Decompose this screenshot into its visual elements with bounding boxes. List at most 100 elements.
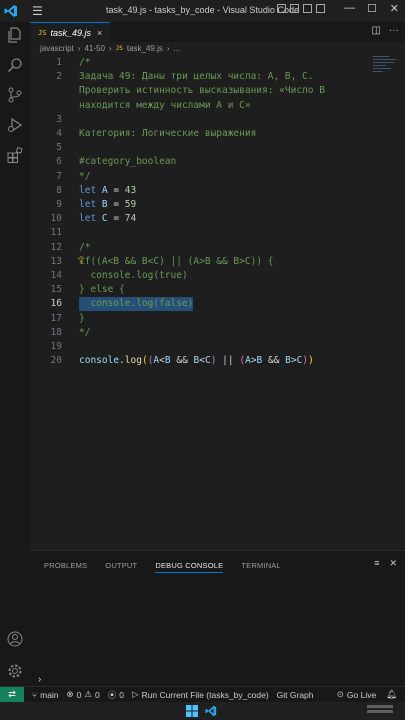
system-clock[interactable] bbox=[367, 705, 393, 713]
code-text: /* bbox=[79, 56, 90, 70]
code-line[interactable]: 10 let C = 74 bbox=[30, 212, 370, 226]
code-line[interactable]: 19 bbox=[30, 340, 370, 354]
search-icon[interactable] bbox=[6, 56, 24, 74]
go-live-icon: ⊙ bbox=[336, 689, 344, 699]
console-prompt[interactable]: › bbox=[38, 674, 41, 685]
code-text: Проверить истинность высказывания: «Числ… bbox=[79, 84, 325, 98]
go-live-status[interactable]: ⊙ Go Live bbox=[337, 689, 376, 700]
code-text: let A = 43 bbox=[79, 184, 136, 198]
vscode-taskbar-icon[interactable] bbox=[205, 705, 217, 717]
clear-console-icon[interactable]: ≡ bbox=[374, 558, 379, 569]
problems-status[interactable]: ⊗ 0 ⚠ 0 bbox=[67, 689, 100, 700]
line-number: 18 bbox=[50, 326, 62, 338]
code-line[interactable]: 18 */ bbox=[30, 326, 370, 340]
git-graph-status[interactable]: Git Graph bbox=[277, 690, 314, 700]
code-token: Проверить истинность высказывания: «Числ… bbox=[79, 85, 325, 97]
code-token: /* bbox=[79, 241, 91, 253]
line-number: 8 bbox=[56, 184, 62, 196]
branch-label: main bbox=[40, 689, 59, 700]
bottom-panel: PROBLEMS OUTPUT DEBUG CONSOLE TERMINAL ≡… bbox=[30, 550, 405, 686]
ports-status[interactable]: ⦿ 0 bbox=[108, 689, 124, 701]
git-graph-label: Git Graph bbox=[276, 689, 314, 700]
code-line[interactable]: 17} bbox=[30, 312, 370, 326]
line-number: 10 bbox=[50, 213, 62, 225]
windows-start-icon[interactable] bbox=[186, 705, 198, 717]
tab-label: task_49.js bbox=[50, 27, 91, 38]
close-window-button[interactable]: ✕ bbox=[390, 2, 399, 15]
tab-task-49[interactable]: JS task_49.js × bbox=[30, 22, 110, 42]
line-number: 12 bbox=[50, 241, 62, 253]
code-line[interactable]: 7 */ bbox=[30, 170, 370, 184]
maximize-button[interactable]: ☐ bbox=[367, 2, 377, 15]
code-token: console.log(true) bbox=[79, 270, 188, 281]
code-line[interactable]: 16 console.log(false) bbox=[30, 297, 370, 312]
code-token: && bbox=[262, 355, 286, 367]
code-line[interactable]: 5 bbox=[30, 141, 370, 155]
notifications-bell-icon[interactable]: 🔔︎ bbox=[386, 689, 397, 700]
tab-terminal[interactable]: TERMINAL bbox=[241, 561, 281, 573]
account-icon[interactable] bbox=[6, 630, 24, 648]
code-token: = bbox=[107, 213, 125, 225]
broadcast-icon: ⦿ bbox=[107, 689, 117, 700]
js-file-icon: JS bbox=[115, 45, 123, 52]
code-line[interactable]: находится между числами A и C» bbox=[30, 99, 370, 113]
tab-debug-console[interactable]: DEBUG CONSOLE bbox=[155, 561, 224, 573]
close-tab-icon[interactable]: × bbox=[97, 28, 102, 38]
breadcrumb-file[interactable]: task_49.js bbox=[127, 44, 163, 53]
run-file-status[interactable]: ▷ Run Current File (tasks_by_code) bbox=[132, 689, 269, 700]
code-token: ) bbox=[308, 355, 314, 367]
code-line[interactable]: 15 } else { bbox=[30, 283, 370, 297]
code-text: } else { bbox=[79, 283, 125, 297]
layout-right-icon[interactable] bbox=[303, 4, 312, 13]
code-line[interactable]: 11 bbox=[30, 226, 370, 240]
code-line[interactable]: 2 Задача 49: Даны три целых числа: A, B, … bbox=[30, 70, 370, 84]
tab-problems[interactable]: PROBLEMS bbox=[44, 561, 87, 573]
line-number: 7 bbox=[56, 170, 62, 182]
settings-gear-icon[interactable] bbox=[6, 662, 24, 680]
code-line[interactable]: Проверить истинность высказывания: «Числ… bbox=[30, 84, 370, 98]
title-bar: ☰ task_49.js - tasks_by_code - Visual St… bbox=[0, 0, 405, 22]
close-panel-icon[interactable]: ✕ bbox=[389, 558, 397, 569]
code-line[interactable]: 12 /* bbox=[30, 241, 370, 255]
error-icon: ⊗ bbox=[66, 689, 74, 699]
more-actions-icon[interactable]: ··· bbox=[389, 25, 399, 36]
code-line[interactable]: 3 bbox=[30, 113, 370, 127]
code-text: console.log(false) bbox=[79, 297, 194, 312]
explorer-icon[interactable] bbox=[6, 26, 24, 44]
code-token: log bbox=[124, 355, 142, 367]
code-line[interactable]: 6 #category_boolean bbox=[30, 155, 370, 169]
tab-output[interactable]: OUTPUT bbox=[105, 561, 137, 573]
code-editor[interactable]: 1 /* 2 Задача 49: Даны три целых числа: A, … bbox=[30, 56, 405, 550]
code-line[interactable]: 20 console.log((A<B && B<C) || (A>B && B>… bbox=[30, 354, 370, 368]
breadcrumb-folder[interactable]: javascript bbox=[40, 44, 74, 53]
run-debug-icon[interactable] bbox=[6, 116, 24, 134]
remote-icon[interactable]: ⇄ bbox=[0, 686, 24, 703]
layout-left-icon[interactable] bbox=[277, 4, 286, 13]
code-line[interactable]: 8 let A = 43 bbox=[30, 184, 370, 198]
code-line[interactable]: 9 let B = 59 bbox=[30, 198, 370, 212]
code-line[interactable]: 14 console.log(true) bbox=[30, 269, 370, 283]
layout-grid-icon[interactable] bbox=[316, 4, 325, 13]
extensions-icon[interactable] bbox=[6, 146, 24, 164]
code-text: if((A<B && B<C) || (A>B && B>C)) { bbox=[79, 255, 273, 269]
lightbulb-icon[interactable]: 💡︎ bbox=[78, 255, 84, 266]
source-control-icon[interactable] bbox=[6, 86, 24, 104]
code-text: находится между числами A и C» bbox=[79, 99, 251, 113]
code-line[interactable]: 4 Категория: Логические выражения bbox=[30, 127, 370, 141]
code-text: Категория: Логические выражения bbox=[79, 127, 256, 141]
line-number: 14 bbox=[50, 270, 62, 281]
branch-status[interactable]: ⑂ main bbox=[32, 690, 59, 700]
code-token: #category_boolean bbox=[79, 156, 177, 168]
minimize-button[interactable]: — bbox=[344, 2, 355, 14]
breadcrumb-more[interactable]: ... bbox=[174, 44, 181, 53]
split-editor-icon[interactable]: ◫ bbox=[372, 25, 381, 36]
run-file-label: Run Current File (tasks_by_code) bbox=[141, 689, 269, 700]
line-number: 15 bbox=[50, 284, 62, 296]
hamburger-icon[interactable]: ☰ bbox=[32, 4, 43, 18]
breadcrumb-subfolder[interactable]: 41-50 bbox=[84, 44, 104, 53]
code-token: Задача 49: Даны три целых числа: A, B, C… bbox=[79, 71, 314, 83]
layout-bottom-icon[interactable] bbox=[290, 4, 299, 13]
minimap[interactable] bbox=[373, 56, 399, 76]
code-text: /* bbox=[79, 241, 90, 255]
code-line[interactable]: 1 /* bbox=[30, 56, 370, 70]
